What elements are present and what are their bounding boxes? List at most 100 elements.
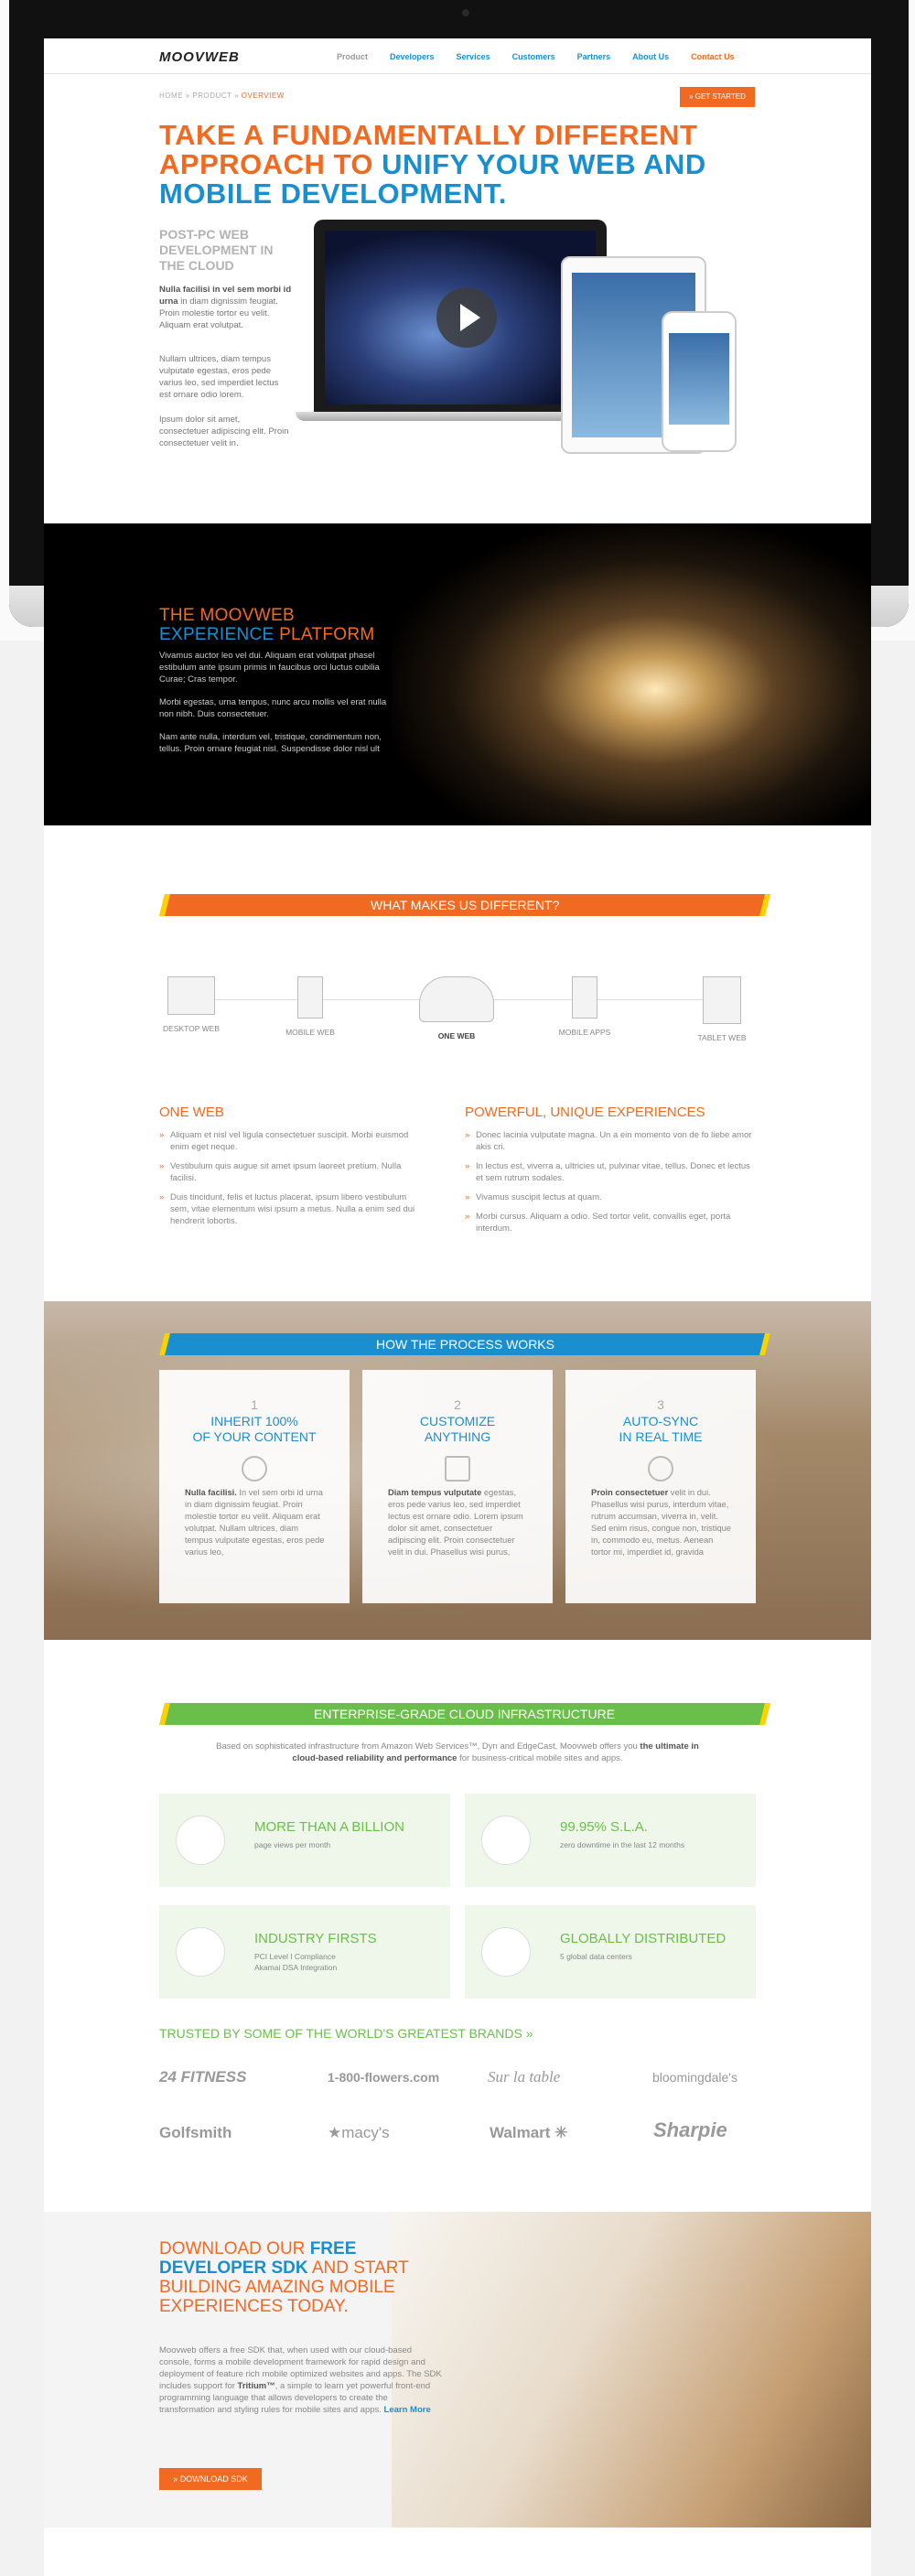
- brand-logo-bloomingdales: bloomingdale's: [652, 2070, 737, 2085]
- one-web-heading: ONE WEB: [159, 1105, 224, 1120]
- play-video-icon[interactable]: [436, 287, 497, 348]
- card-title-line2: ANYTHING: [424, 1429, 491, 1444]
- stat-subtitle: 5 global data centers: [560, 1952, 632, 1961]
- hero-headline-line3: MOBILE DEVELOPMENT.: [159, 178, 507, 210]
- card-title: AUTO-SYNC IN REAL TIME: [565, 1414, 756, 1445]
- brand-logo-golfsmith: Golfsmith: [159, 2124, 232, 2141]
- clock-icon: [481, 1816, 531, 1865]
- step-label: MOBILE WEB: [285, 1028, 335, 1037]
- step-tablet-web: TABLET WEB: [672, 976, 772, 1042]
- stat-subtitle-line2: Akamai DSA Integration: [254, 1963, 338, 1972]
- card-number: 1: [251, 1397, 258, 1412]
- breadcrumb-home[interactable]: HOME: [159, 92, 183, 100]
- stat-subtitle: page views per month: [254, 1840, 331, 1849]
- phone-screen: [669, 333, 729, 425]
- sync-icon: [648, 1456, 673, 1482]
- nav-link-services[interactable]: Services: [457, 52, 490, 61]
- phone-image: [662, 311, 737, 452]
- card-body-strong: Proin consectetuer: [591, 1488, 669, 1497]
- stat-title: INDUSTRY FIRSTS: [254, 1931, 377, 1946]
- infrastructure-intro: Based on sophisticated infrastructure fr…: [203, 1741, 712, 1764]
- step-mobile-web: MOBILE WEB: [260, 976, 361, 1037]
- different-banner: WHAT MAKES US DIFFERENT?: [159, 894, 770, 916]
- stat-billion-page-views: MORE THAN A BILLION page views per month: [159, 1794, 450, 1887]
- list-item: Vivamus suscipit lectus at quam.: [465, 1191, 758, 1203]
- stat-title: 99.95% S.L.A.: [560, 1819, 648, 1835]
- mobile-icon: [297, 976, 323, 1019]
- stat-industry-firsts: INDUSTRY FIRSTS PCI Level I Compliance Ak…: [159, 1905, 450, 1999]
- hero-paragraph-2: Nullam ultrices, diam tempus vulputate e…: [159, 354, 279, 400]
- get-started-button[interactable]: » GET STARTED: [680, 87, 755, 107]
- stat-subtitle-line1: PCI Level I Compliance: [254, 1952, 336, 1961]
- card-number: 3: [657, 1397, 664, 1412]
- card-body-text: In vel sem orbi id urna in diam dignissi…: [185, 1488, 325, 1557]
- stat-title: MORE THAN A BILLION: [254, 1819, 404, 1835]
- experiences-list: Donec lacinia vulputate magna. Un a ein …: [465, 1129, 758, 1242]
- brand-logo-macys: ★macy's: [328, 2124, 390, 2141]
- platform-title-experience: EXPERIENCE: [159, 625, 274, 644]
- platform-title-platform: PLATFORM: [274, 625, 375, 644]
- breadcrumb-separator: »: [234, 92, 240, 100]
- step-label: DESKTOP WEB: [162, 1024, 221, 1033]
- nav-link-developers[interactable]: Developers: [390, 52, 435, 61]
- hero-headline: TAKE A FUNDAMENTALLY DIFFERENT APPROACH …: [159, 121, 727, 209]
- breadcrumb-product[interactable]: PRODUCT: [192, 92, 231, 100]
- nav-link-partners[interactable]: Partners: [577, 52, 611, 61]
- platform-paragraph-1: Vivamus auctor leo vel dui. Aliquam erat…: [159, 651, 380, 684]
- stat-subtitle: PCI Level I Compliance Akamai DSA Integra…: [254, 1951, 337, 1973]
- breadcrumb-separator: »: [185, 92, 190, 100]
- cube-icon: [445, 1456, 470, 1482]
- stat-title: GLOBALLY DISTRIBUTED: [560, 1931, 727, 1946]
- children-tablet-photo: [392, 523, 871, 825]
- process-card-autosync: 3 AUTO-SYNC IN REAL TIME Proin consectetu…: [565, 1370, 756, 1603]
- camera-dot: [462, 9, 469, 16]
- nav-links: Product Developers Services Customers Pa…: [337, 52, 757, 61]
- card-body: Nulla facilisi. In vel sem orbi id urna …: [185, 1487, 327, 1558]
- nav-link-about-us[interactable]: About Us: [632, 52, 669, 61]
- platform-title: THE MOOVWEB EXPERIENCE PLATFORM: [159, 606, 375, 644]
- platform-title-line1: THE MOOVWEB: [159, 606, 295, 625]
- card-body: Proin consectetuer velit in dui. Phasell…: [591, 1487, 733, 1558]
- list-item: Vestibulum quis augue sit amet ipsum lao…: [159, 1160, 415, 1184]
- cloud-icon: [419, 976, 494, 1022]
- hero-paragraph-3: Ipsum dolor sit amet, consectetuer adipi…: [159, 415, 289, 448]
- card-body-strong: Diam tempus vulputate: [388, 1488, 482, 1497]
- card-title: INHERIT 100% OF YOUR CONTENT: [159, 1414, 350, 1445]
- sdk-headline-line4: EXPERIENCES TODAY.: [159, 2297, 349, 2316]
- list-item: Duis tincidunt, felis et luctus placerat…: [159, 1191, 415, 1227]
- stat-subtitle: zero downtime in the last 12 months: [560, 1840, 685, 1849]
- card-title-line1: INHERIT 100%: [210, 1414, 298, 1428]
- hero-headline-line2b: UNIFY YOUR WEB AND: [382, 148, 706, 180]
- laptop-screen: [325, 231, 596, 404]
- brand-logo-sharpie: Sharpie: [653, 2118, 727, 2141]
- step-label: ONE WEB: [437, 1031, 476, 1040]
- learn-more-link[interactable]: Learn More: [384, 2405, 431, 2415]
- brands-heading[interactable]: TRUSTED BY SOME OF THE WORLD'S GREATEST …: [159, 2026, 533, 2041]
- infra-intro-b: for business-critical mobile sites and a…: [457, 1753, 623, 1763]
- hero-subtitle: POST-PC WEB DEVELOPMENT IN THE CLOUD: [159, 227, 274, 273]
- device-showcase-image: [296, 220, 785, 494]
- moovweb-logo[interactable]: MOOVWEB: [159, 49, 240, 65]
- sdk-text-tritium: Tritium™: [237, 2381, 275, 2391]
- one-web-list: Aliquam et nisl vel ligula consectetuer …: [159, 1129, 415, 1234]
- sdk-headline-b: AND START: [307, 2258, 409, 2278]
- card-body-text: egestas, eros pede varius leo, sed imper…: [388, 1488, 523, 1557]
- sdk-headline-line3: BUILDING AMAZING MOBILE: [159, 2278, 395, 2297]
- nav-link-contact-us[interactable]: Contact Us: [691, 52, 735, 61]
- download-arrow-icon: [242, 1456, 267, 1482]
- developers-photo: [392, 2212, 871, 2527]
- card-title-line1: CUSTOMIZE: [419, 1414, 496, 1428]
- sdk-headline-a: DOWNLOAD OUR: [159, 2239, 310, 2258]
- step-one-web: ONE WEB: [406, 976, 507, 1040]
- brand-logo-1800-flowers: 1-800-flowers.com: [328, 2070, 440, 2085]
- nav-link-customers[interactable]: Customers: [512, 52, 555, 61]
- step-label: MOBILE APPS: [558, 1028, 611, 1037]
- card-body: Diam tempus vulputate egestas, eros pede…: [388, 1487, 530, 1558]
- nav-link-product[interactable]: Product: [337, 52, 368, 61]
- website-page: MOOVWEB Product Developers Services Cust…: [44, 38, 871, 2576]
- process-banner-label: HOW THE PROCESS WORKS: [375, 1337, 554, 1352]
- list-item: Aliquam et nisl vel ligula consectetuer …: [159, 1129, 415, 1153]
- stat-globally-distributed: GLOBALLY DISTRIBUTED 5 global data cente…: [465, 1905, 756, 1999]
- experiences-heading: POWERFUL, UNIQUE EXPERIENCES: [465, 1105, 705, 1120]
- download-sdk-button[interactable]: » DOWNLOAD SDK: [159, 2468, 262, 2490]
